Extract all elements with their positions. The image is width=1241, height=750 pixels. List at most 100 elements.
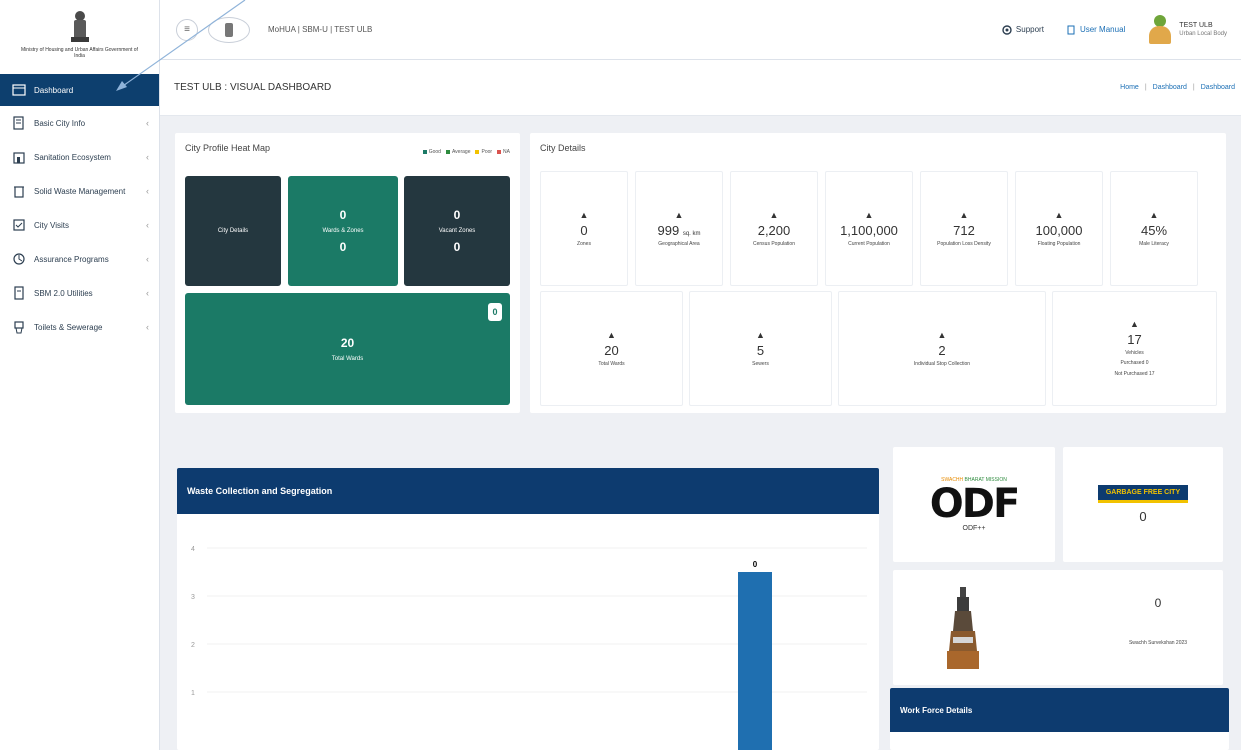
trophy-icon <box>947 587 979 669</box>
user-manual-link[interactable]: User Manual <box>1066 25 1125 35</box>
stat-value: 1,100,000 <box>840 223 898 238</box>
sidebar-item-label: Basic City Info <box>34 118 86 128</box>
stat-card-individual-stop-collection: ▲ 2 Individual Stop Collection <box>838 291 1046 406</box>
tile-total-wards-label: Total Wards <box>331 356 364 362</box>
toilet-icon <box>14 321 24 334</box>
sidebar-item-label: Dashboard <box>34 85 74 95</box>
stat-label: Zones <box>577 241 591 247</box>
logo-caption: Ministry of Housing and Urban Affairs Go… <box>21 47 138 59</box>
stat-card-total-wards: ▲ 20 Total Wards <box>540 291 683 406</box>
stat-icon: ▲ <box>769 210 779 220</box>
waste-chart: 4 3 2 1 0 <box>191 546 867 750</box>
stat-card-floating-population: ▲ 100,000 Floating Population <box>1015 171 1103 286</box>
y-tick-label: 4 <box>191 546 195 553</box>
sidebar-item-sbm-2-0-utilities[interactable]: SBM 2.0 Utilities ‹ <box>0 276 159 310</box>
city-details-title: City Details <box>540 143 586 153</box>
crumb-current: Dashboard <box>1200 84 1235 91</box>
waste-chart-title: Waste Collection and Segregation <box>177 468 879 514</box>
crumb-home[interactable]: Home <box>1120 84 1139 91</box>
city-info-icon <box>13 116 24 130</box>
sidebar-item-solid-waste-management[interactable]: Solid Waste Management ‹ <box>0 174 159 208</box>
sidebar-item-label: Toilets & Sewerage <box>34 322 103 332</box>
sidebar-item-label: City Visits <box>34 220 69 230</box>
sidebar-item-assurance-programs[interactable]: Assurance Programs ‹ <box>0 242 159 276</box>
building-icon <box>13 152 25 164</box>
stat-card-vehicles: ▲ 17 Vehicles Purchased 0 Not Purchased 17 <box>1052 291 1217 406</box>
chevron-right-icon: ‹ <box>146 220 149 230</box>
tile-vacant-label: Vacant Zones <box>438 228 476 234</box>
sidebar-item-dashboard[interactable]: Dashboard‹ <box>0 74 159 106</box>
tile-city-details[interactable]: City Details <box>185 176 281 286</box>
legend-average: Average <box>445 149 470 155</box>
stat-value: 0 <box>580 223 588 238</box>
support-label: Support <box>1015 25 1044 34</box>
tile-total-wards[interactable]: 20 Total Wards 0 <box>185 293 510 405</box>
gfc-value: 0 <box>1139 509 1147 524</box>
stat-value: 2 <box>938 343 946 358</box>
stat-icon: ▲ <box>607 330 616 340</box>
sidebar-item-toilets-sewerage[interactable]: Toilets & Sewerage ‹ <box>0 310 159 344</box>
stat-label: Population Loss Density <box>937 241 991 247</box>
stat-value: 2,200 <box>757 223 791 238</box>
tile-wards[interactable]: 0 Wards & Zones 0 <box>288 176 398 286</box>
stat-value: 712 <box>953 223 975 238</box>
chevron-right-icon: ‹ <box>146 288 149 298</box>
stat-icon: ▲ <box>674 210 684 220</box>
page-breadcrumb: Home | Dashboard | Dashboard <box>1120 84 1235 91</box>
city-details-panel: City Details ▲ 0 Zones ▲ 999 sq. km Geographi… <box>530 133 1226 413</box>
stat-unit: sq. km <box>682 231 701 237</box>
chevron-right-icon: ‹ <box>146 322 149 332</box>
tile-wards-value-b: 0 <box>339 240 347 254</box>
menu-toggle-button[interactable]: ≡ <box>176 18 198 41</box>
stat-card-zones: ▲ 0 Zones <box>540 171 628 286</box>
tile-total-wards-value: 20 <box>340 336 355 350</box>
garbage-free-city-card[interactable]: GARBAGE FREE CITY 0 <box>1063 447 1223 562</box>
heatmap-legend: Good Average Poor NA <box>422 149 510 155</box>
waste-chart-panel: Waste Collection and Segregation 4 3 2 1 0 <box>177 468 879 750</box>
waste-icon <box>14 186 24 198</box>
user-menu[interactable]: TEST ULB Urban Local Body <box>1147 14 1227 45</box>
stat-value: 17 <box>1127 332 1142 347</box>
odf-status: ODF++ <box>962 525 986 532</box>
sidebar-item-sanitation-ecosystem[interactable]: Sanitation Ecosystem ‹ <box>0 140 159 174</box>
stat-value: 45% <box>1140 223 1168 238</box>
user-manual-label: User Manual <box>1079 25 1126 34</box>
y-tick-label: 1 <box>191 690 195 697</box>
y-tick-label: 2 <box>191 642 195 649</box>
stat-icon: ▲ <box>1054 210 1064 220</box>
sidebar-item-city-visits[interactable]: City Visits ‹ <box>0 208 159 242</box>
stat-label: Sewers <box>752 361 769 367</box>
tile-total-wards-badge: 0 <box>488 303 502 321</box>
survekshan-value: 0 <box>1154 596 1162 610</box>
tile-vacant-value-a: 0 <box>453 208 461 222</box>
crumb-dashboard[interactable]: Dashboard <box>1153 84 1187 91</box>
tile-vacant-zones[interactable]: 0 Vacant Zones 0 <box>404 176 510 286</box>
page-title: TEST ULB : VISUAL DASHBOARD <box>174 82 332 93</box>
stat-value: 20 <box>604 343 619 358</box>
bar[interactable] <box>738 572 772 750</box>
support-icon <box>1002 24 1012 35</box>
stat-card-census-population: ▲ 2,200 Census Population <box>730 171 818 286</box>
hamburger-icon: ≡ <box>184 24 190 35</box>
survekshan-label: Swachh Survekshan 2023 <box>1128 640 1188 646</box>
stat-value: 999 sq. km <box>657 223 701 238</box>
y-tick-label: 3 <box>191 594 195 601</box>
support-link[interactable]: Support <box>1002 24 1044 35</box>
stat-card-male-literacy: ▲ 45% Male Literacy <box>1110 171 1198 286</box>
stat-label: Individual Stop Collection <box>913 361 971 367</box>
legend-poor: Poor <box>475 149 492 155</box>
stat-icon: ▲ <box>756 330 765 340</box>
utilities-icon <box>14 286 24 300</box>
sidebar-item-basic-city-info[interactable]: Basic City Info ‹ <box>0 106 159 140</box>
stat-value: 100,000 <box>1035 223 1083 238</box>
stat-sub-1: Purchased 0 <box>1120 360 1149 366</box>
stat-icon: ▲ <box>579 210 589 220</box>
tile-city-details-label: City Details <box>217 228 249 234</box>
avatar <box>1147 14 1173 45</box>
odf-card[interactable]: SWACHH BHARAT MISSION ODF ODF++ <box>893 447 1055 562</box>
sidebar-item-label: Solid Waste Management <box>34 186 126 196</box>
logo[interactable]: Ministry of Housing and Urban Affairs Go… <box>0 0 159 70</box>
survekshan-card[interactable]: 0 Swachh Survekshan 2023 <box>893 570 1223 685</box>
topbar: ≡ MoHUA | SBM-U | TEST ULB Support User … <box>160 0 1241 60</box>
odf-logo: ODF <box>929 481 1021 527</box>
